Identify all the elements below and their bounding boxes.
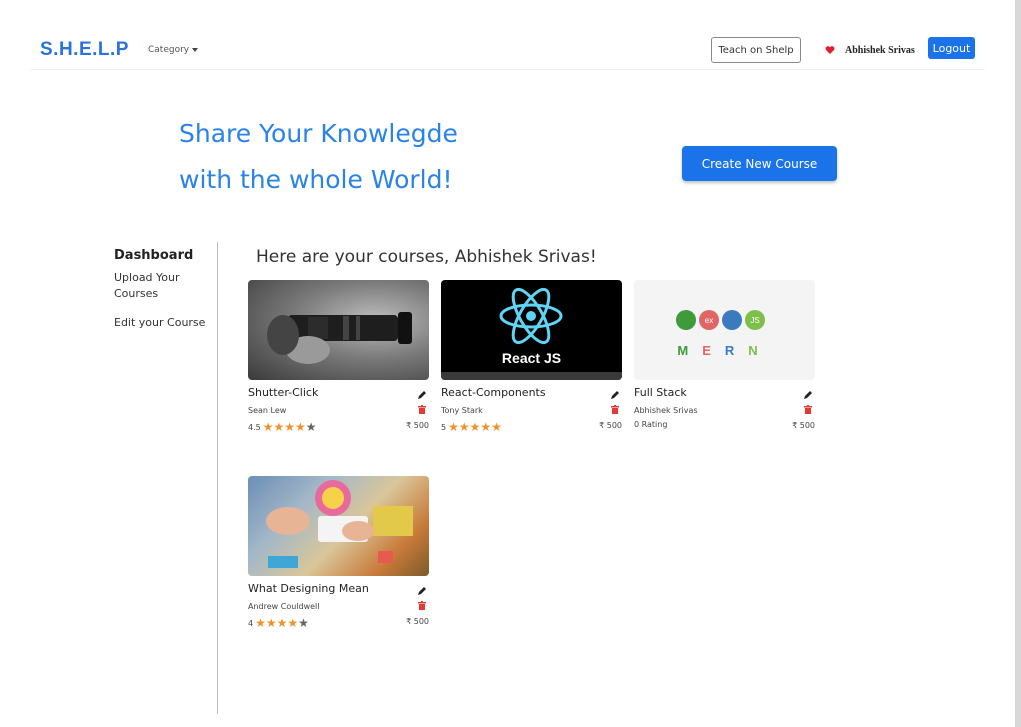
pencil-edit-icon[interactable] <box>610 390 620 400</box>
trash-icon[interactable] <box>418 601 426 610</box>
design-desk-illustration <box>266 480 413 568</box>
course-rating: 0 Rating <box>634 420 667 429</box>
rating-value: 5 <box>441 422 447 432</box>
thumbnail-caption: MERN <box>677 343 772 358</box>
course-rating: 4.5 ★★★★★ <box>248 420 317 434</box>
hero-headline-line2: with the whole World! <box>179 165 453 194</box>
course-author: Abhishek Srivas <box>634 406 698 415</box>
course-price: ₹ 500 <box>599 421 622 430</box>
course-card[interactable]: What Designing Mean Andrew Couldwell 4 ★… <box>248 476 429 636</box>
course-thumbnail[interactable] <box>248 280 429 380</box>
course-author: Tony Stark <box>441 406 483 415</box>
sidebar-item-edit-course[interactable]: Edit your Course <box>114 315 214 331</box>
create-new-course-button[interactable]: Create New Course <box>682 146 837 181</box>
pencil-edit-icon[interactable] <box>417 390 427 400</box>
pencil-edit-icon[interactable] <box>803 390 813 400</box>
star-rating-icons: ★★★★★ <box>448 420 502 434</box>
svg-text:JS: JS <box>750 316 759 325</box>
course-title[interactable]: Full Stack <box>634 386 687 399</box>
course-author: Andrew Couldwell <box>248 602 320 611</box>
category-label: Category <box>148 45 190 55</box>
page-scrollbar[interactable] <box>1015 0 1021 727</box>
course-thumbnail[interactable] <box>248 476 429 576</box>
mern-logos-icon: ex JS <box>676 310 765 330</box>
sidebar-title: Dashboard <box>114 248 194 263</box>
teach-on-shelp-button[interactable]: Teach on Shelp <box>711 37 801 63</box>
course-thumbnail[interactable]: ex JS MERN <box>634 280 815 380</box>
course-title[interactable]: What Designing Mean <box>248 582 369 595</box>
trash-icon[interactable] <box>611 405 619 414</box>
course-rating: 4 ★★★★★ <box>248 616 309 630</box>
course-price: ₹ 500 <box>406 617 429 626</box>
rating-value: 4 <box>248 618 254 628</box>
courses-heading: Here are your courses, Abhishek Srivas! <box>256 247 597 267</box>
hero-headline-line1: Share Your Knowlegde <box>179 119 458 148</box>
thumbnail-caption: React JS <box>501 350 562 366</box>
course-author: Sean Lew <box>248 406 287 415</box>
navbar: S.H.E.L.P Category Teach on Shelp Abhish… <box>30 34 985 70</box>
star-rating-icons: ★★★★★ <box>255 616 309 630</box>
sidebar-item-upload-courses[interactable]: Upload Your Courses <box>114 270 204 302</box>
camera-lens-illustration <box>267 312 412 364</box>
caret-down-icon <box>192 48 199 52</box>
react-atom-icon <box>499 287 563 345</box>
star-rating-icons: ★★★★★ <box>262 420 317 434</box>
trash-icon[interactable] <box>804 405 812 414</box>
pencil-edit-icon[interactable] <box>417 586 427 596</box>
sidebar-divider <box>217 242 218 714</box>
category-dropdown[interactable]: Category <box>148 45 199 55</box>
rating-value: 4.5 <box>248 422 261 432</box>
course-price: ₹ 500 <box>406 421 429 430</box>
thumbnail-bar <box>441 372 622 380</box>
svg-text:ex: ex <box>705 316 713 325</box>
trash-icon[interactable] <box>418 405 426 414</box>
course-rating: 5 ★★★★★ <box>441 420 502 434</box>
course-card[interactable]: ex JS MERN Full Stack Abhishek Srivas 0 … <box>634 280 815 440</box>
heart-icon[interactable] <box>825 45 835 55</box>
logout-button[interactable]: Logout <box>928 37 975 59</box>
course-card[interactable]: React JS React-Components Tony Stark 5 ★… <box>441 280 622 440</box>
rating-value: 0 Rating <box>634 420 668 429</box>
dashboard-sidebar: Dashboard Upload Your Courses Edit your … <box>114 248 214 329</box>
course-title[interactable]: React-Components <box>441 386 546 399</box>
course-price: ₹ 500 <box>792 421 815 430</box>
course-thumbnail[interactable]: React JS <box>441 280 622 380</box>
course-title[interactable]: Shutter-Click <box>248 386 318 399</box>
brand-logo[interactable]: S.H.E.L.P <box>40 39 129 61</box>
user-name[interactable]: Abhishek Srivas <box>845 45 915 56</box>
course-card[interactable]: Shutter-Click Sean Lew 4.5 ★★★★★ ₹ 500 <box>248 280 429 440</box>
